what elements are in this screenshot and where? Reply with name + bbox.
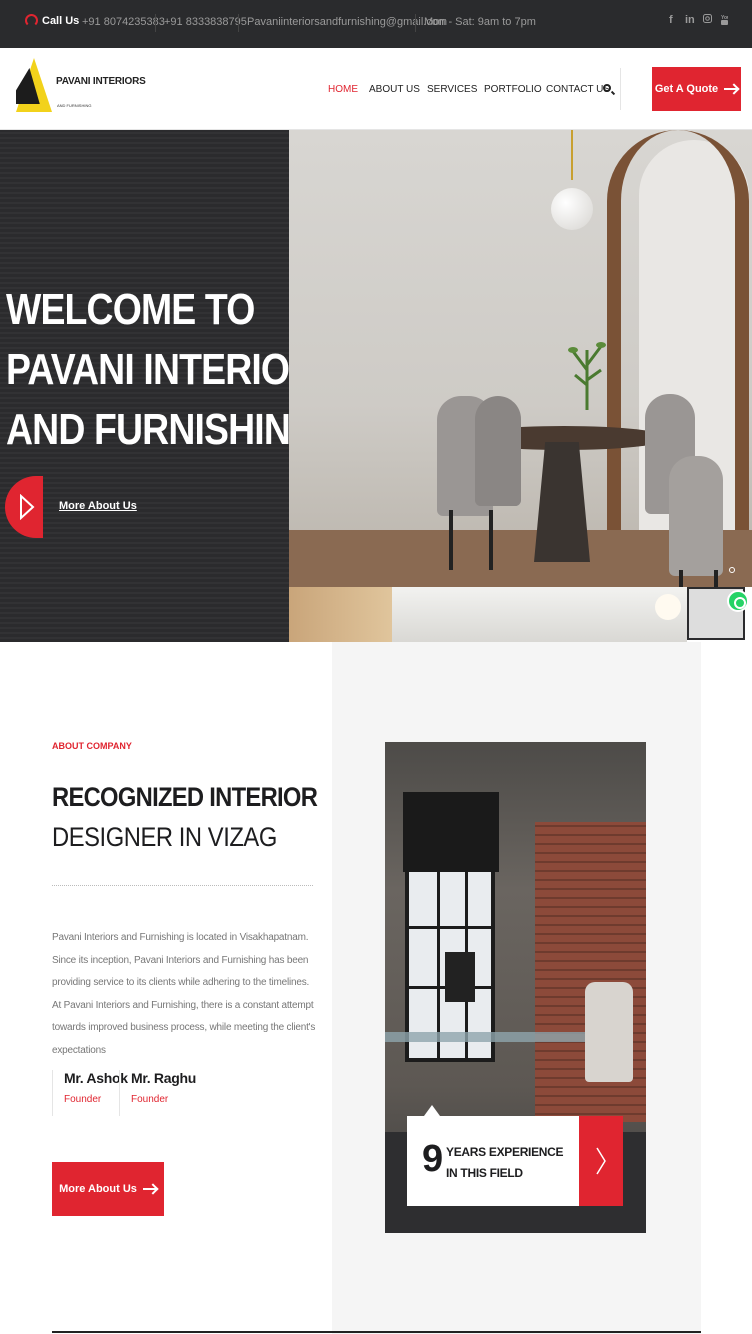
about-heading-light: DESIGNER IN VIZAG xyxy=(52,822,277,852)
hero-section: WELCOME TO PAVANI INTERIORS AND FURNISHI… xyxy=(0,130,752,642)
experience-label-line-1: YEARS EXPERIENCE xyxy=(446,1145,564,1159)
founder-role: Founder xyxy=(64,1094,102,1105)
facebook-icon[interactable]: f xyxy=(669,14,673,26)
hero-title-line-2: PAVANI INTERIORS xyxy=(6,345,340,394)
thumbnail-room[interactable] xyxy=(392,587,687,642)
about-heading-bold: RECOGNIZED INTERIOR xyxy=(52,782,318,812)
divider xyxy=(155,14,156,32)
top-bar: Call Us +91 8074235383 +91 8333838795 Pa… xyxy=(0,0,752,48)
hero-more-about-link[interactable]: More About Us xyxy=(59,500,137,512)
play-icon xyxy=(20,494,35,520)
whatsapp-icon[interactable] xyxy=(727,590,749,612)
card-notch xyxy=(424,1105,440,1116)
chair-leg xyxy=(449,510,453,570)
experience-label-line-2: IN THIS FIELD xyxy=(446,1166,523,1180)
founder-name: Mr. Ashok xyxy=(64,1070,128,1086)
chair xyxy=(669,456,723,576)
nav-services[interactable]: SERVICES xyxy=(427,84,477,95)
more-about-us-label: More About Us xyxy=(59,1183,137,1195)
nav-portfolio[interactable]: PORTFOLIO xyxy=(484,84,542,95)
hero-title: WELCOME TO PAVANI INTERIORS AND FURNISHI… xyxy=(6,280,340,460)
divider xyxy=(238,14,239,32)
founder-role: Founder xyxy=(131,1094,169,1105)
thumbnail-lamp xyxy=(655,594,681,620)
about-tag: ABOUT COMPANY xyxy=(52,741,132,751)
arrow-right-icon xyxy=(724,88,739,90)
slider-dot[interactable] xyxy=(729,567,735,573)
experience-next-button[interactable] xyxy=(579,1116,623,1206)
email-link[interactable]: Pavaniinteriorsandfurnishing@gmail.com xyxy=(247,16,447,28)
pendant-lamp xyxy=(551,188,593,230)
linkedin-icon[interactable]: in xyxy=(685,14,695,26)
youtube-icon[interactable]: You xyxy=(721,14,730,28)
more-about-us-button[interactable]: More About Us xyxy=(52,1162,164,1216)
chair-leg xyxy=(714,570,718,587)
monitor xyxy=(445,952,475,1002)
founder-card: Mr. Raghu Founder xyxy=(119,1070,196,1116)
office-chair xyxy=(585,982,633,1082)
hero-image xyxy=(289,130,752,587)
divider xyxy=(52,1331,701,1333)
divider xyxy=(620,68,621,110)
experience-years: 9 xyxy=(422,1138,444,1180)
thumbnail-wood[interactable] xyxy=(289,587,392,642)
arrow-right-icon xyxy=(142,1188,157,1190)
phone-2-link[interactable]: +91 8333838795 xyxy=(164,16,247,28)
search-icon[interactable] xyxy=(603,84,611,92)
dining-table-base xyxy=(534,442,590,562)
nav-contact-us[interactable]: CONTACT US xyxy=(546,84,610,95)
phone-1-link[interactable]: +91 8074235383 xyxy=(82,16,165,28)
plant-icon xyxy=(568,342,606,410)
chair-leg xyxy=(489,510,493,570)
pendant-wire xyxy=(571,130,573,180)
founder-card: Mr. Ashok Founder xyxy=(52,1070,128,1116)
logo[interactable]: PAVANI INTERIORS AND FURNISHING xyxy=(16,56,146,116)
window-blind xyxy=(403,792,499,872)
founder-name: Mr. Raghu xyxy=(131,1070,196,1086)
get-a-quote-button[interactable]: Get A Quote xyxy=(652,67,741,111)
logo-tagline: AND FURNISHING xyxy=(57,103,92,108)
glass-desk xyxy=(385,1032,585,1042)
hero-title-line-1: WELCOME TO xyxy=(6,285,255,334)
nav-home[interactable]: HOME xyxy=(328,84,358,95)
divider xyxy=(415,14,416,32)
headset-icon xyxy=(25,14,38,27)
get-a-quote-label: Get A Quote xyxy=(654,83,719,95)
opening-hours: Mon - Sat: 9am to 7pm xyxy=(424,16,536,28)
call-us-label: Call Us xyxy=(42,15,80,27)
experience-label: YEARS EXPERIENCE IN THIS FIELD xyxy=(446,1142,564,1184)
nav-about-us[interactable]: ABOUT US xyxy=(369,84,420,95)
main-header: PAVANI INTERIORS AND FURNISHING HOME ABO… xyxy=(0,48,752,130)
hero-title-line-3: AND FURNISHING. xyxy=(6,405,329,454)
divider xyxy=(52,885,313,886)
about-description: Pavani Interiors and Furnishing is locat… xyxy=(52,932,316,1056)
instagram-icon[interactable] xyxy=(703,14,712,26)
logo-name: PAVANI INTERIORS xyxy=(56,76,146,87)
logo-mark-icon xyxy=(16,58,52,112)
chevron-right-icon xyxy=(596,1147,606,1175)
chair xyxy=(475,396,521,506)
chair-leg xyxy=(679,570,683,587)
